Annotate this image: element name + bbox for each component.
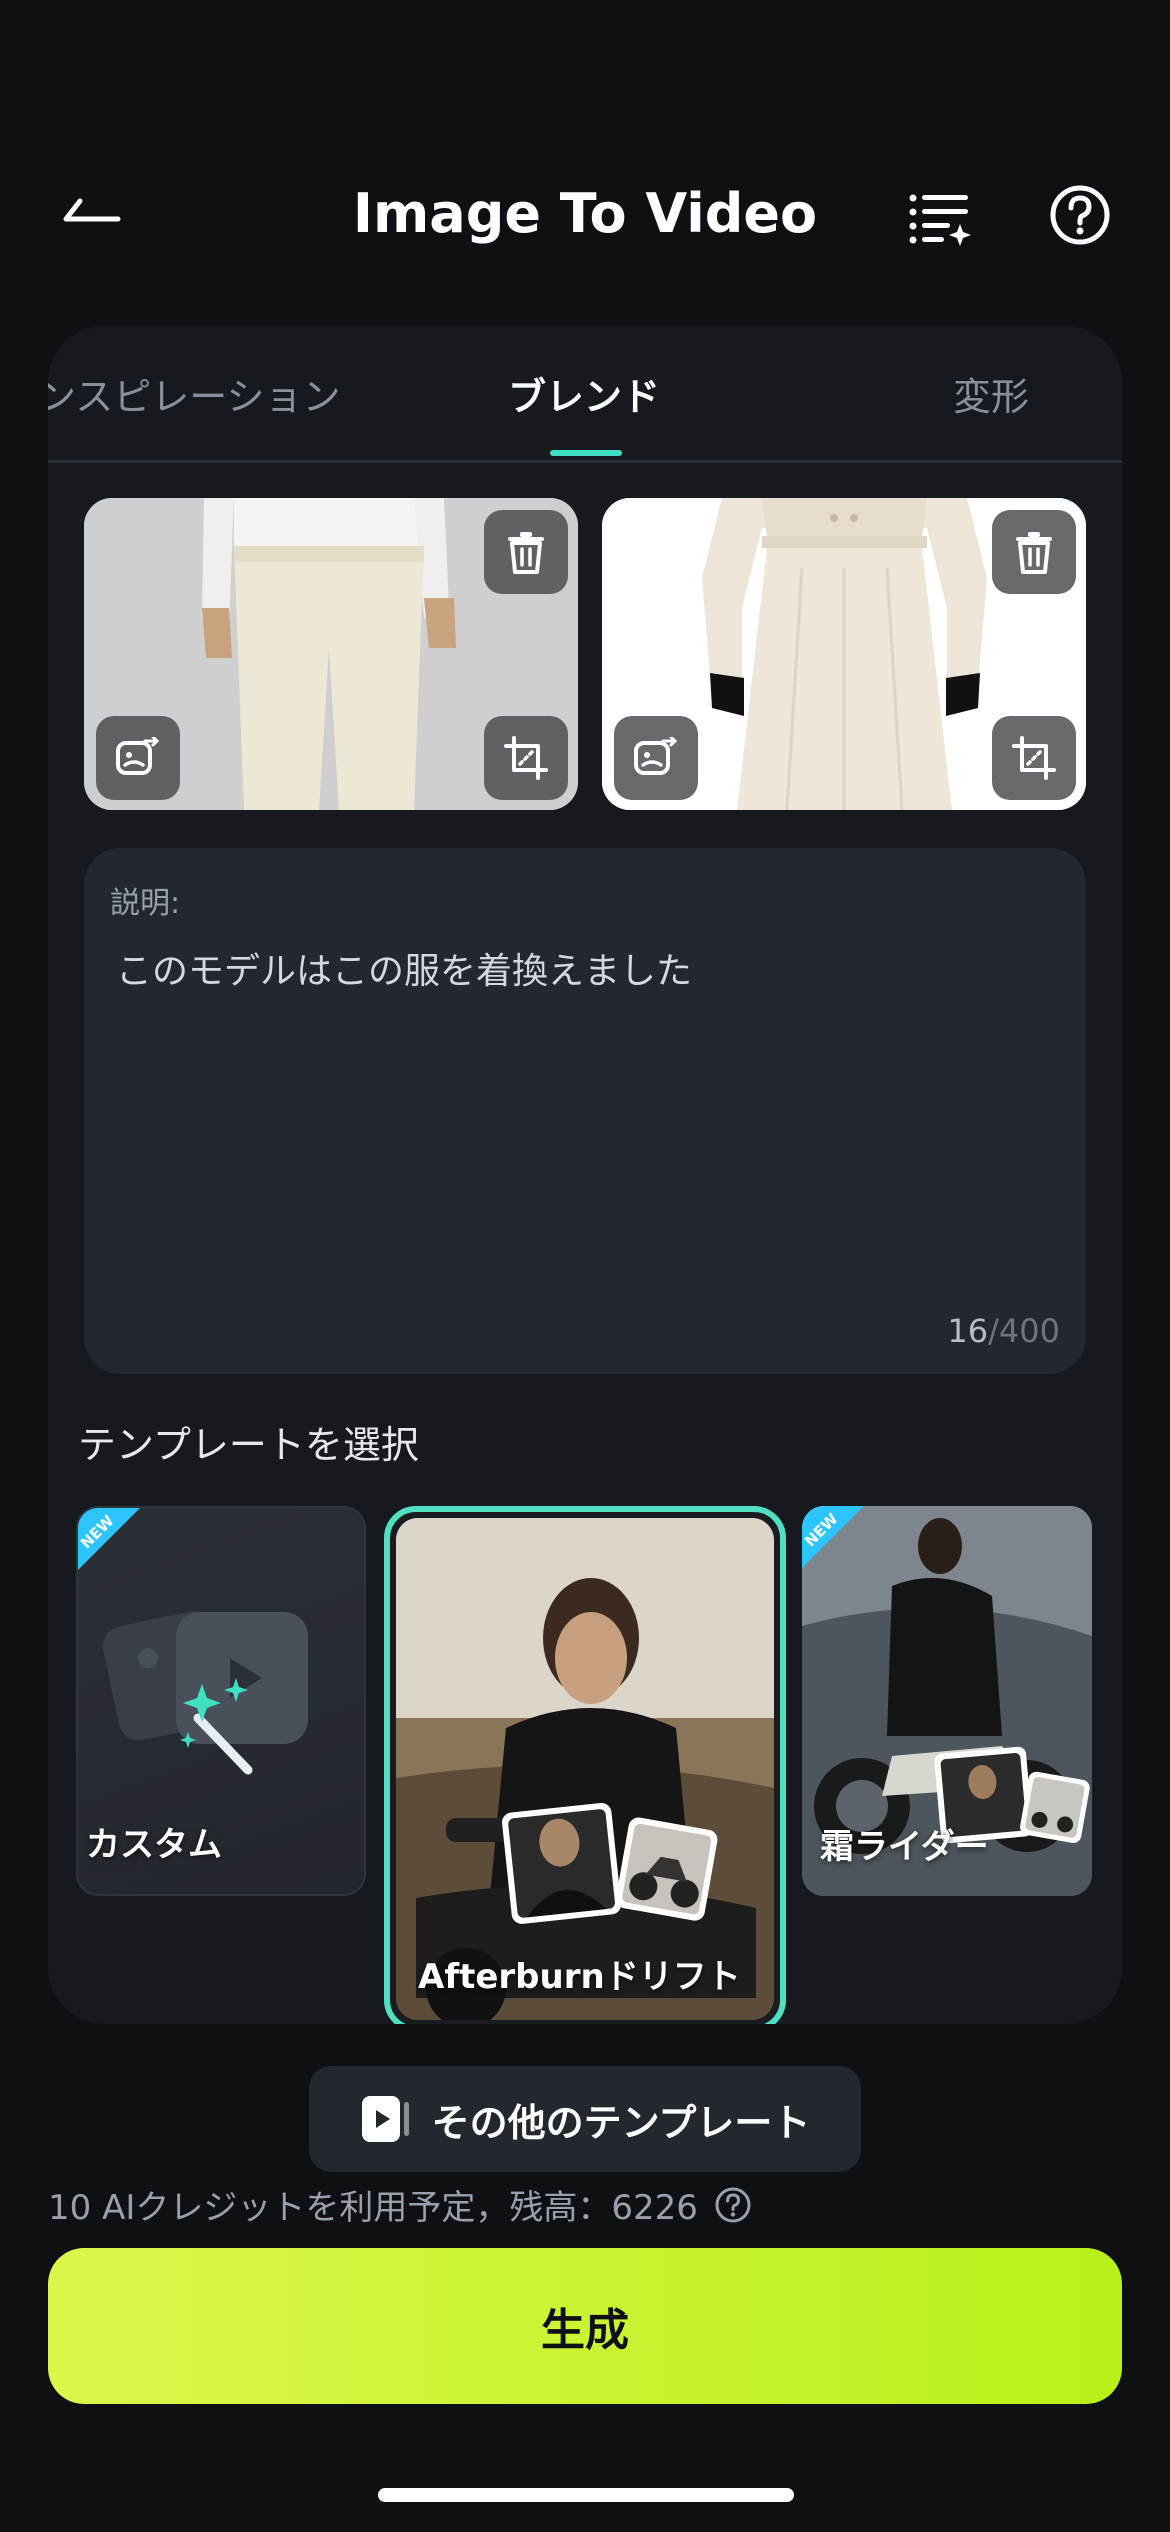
- template-label-afterburn: Afterburnドリフト: [418, 1957, 741, 1997]
- delete-image-2-button[interactable]: [992, 510, 1076, 594]
- header: Image To Video: [0, 160, 1170, 270]
- home-indicator: [378, 2488, 794, 2502]
- uploaded-image-1[interactable]: [84, 498, 578, 810]
- afterburn-preview: Afterburnドリフト: [396, 1518, 774, 2020]
- template-label-frost-rider: 霜ライダー: [820, 1827, 989, 1867]
- credit-text: 10 AIクレジットを利用予定，残高：6226: [48, 2188, 698, 2228]
- question-circle-icon: [1050, 185, 1110, 245]
- trash-icon: [508, 532, 544, 574]
- credit-help-icon[interactable]: [714, 2186, 752, 2224]
- image-replace-icon: [116, 737, 160, 775]
- active-tab-indicator: [550, 450, 622, 456]
- replace-image-2-button[interactable]: [614, 716, 698, 800]
- trash-icon: [1016, 532, 1052, 574]
- generate-button[interactable]: 生成: [48, 2248, 1122, 2404]
- task-list-button[interactable]: [905, 182, 977, 254]
- replace-image-1-button[interactable]: [96, 716, 180, 800]
- main-panel: ンスピレーション ブレンド 変形 説明: このモデルはこの服を着換えました 16…: [48, 326, 1122, 2024]
- char-count-current: 16: [947, 1312, 989, 1350]
- page-title: Image To Video: [352, 182, 818, 245]
- image-replace-icon: [634, 737, 678, 775]
- generate-label: 生成: [541, 2305, 629, 2356]
- description-input[interactable]: 説明: このモデルはこの服を着換えました 16/400: [84, 848, 1086, 1374]
- tab-transform[interactable]: 変形: [953, 366, 1029, 421]
- template-card-afterburn-drift[interactable]: Afterburnドリフト: [384, 1506, 786, 2024]
- afterburn-source-thumbnails: [502, 1802, 718, 1924]
- help-button[interactable]: [1045, 180, 1115, 250]
- character-counter: 16/400: [947, 1312, 1060, 1350]
- tabs-divider: [48, 460, 1122, 463]
- crop-icon: [1012, 736, 1056, 780]
- more-templates-label: その他のテンプレート: [431, 2100, 811, 2145]
- crop-image-2-button[interactable]: [992, 716, 1076, 800]
- description-text[interactable]: このモデルはこの服を着換えました: [116, 942, 692, 994]
- template-label-custom: カスタム: [86, 1825, 222, 1865]
- template-play-icon: [361, 2096, 409, 2142]
- uploaded-image-2[interactable]: [602, 498, 1086, 810]
- more-templates-button[interactable]: その他のテンプレート: [309, 2066, 861, 2172]
- mode-tabs: ンスピレーション ブレンド 変形: [48, 326, 1122, 464]
- template-card-frost-rider[interactable]: NEW 霜ライダー: [802, 1506, 1092, 1896]
- new-badge-icon: NEW: [78, 1508, 140, 1570]
- crop-image-1-button[interactable]: [484, 716, 568, 800]
- template-card-custom[interactable]: NEW カスタム: [76, 1506, 366, 1896]
- list-sparkle-icon: [909, 194, 971, 246]
- tab-blend[interactable]: ブレンド: [508, 366, 660, 421]
- char-count-max: /400: [988, 1312, 1060, 1350]
- crop-icon: [504, 736, 548, 780]
- template-section-heading: テンプレートを選択: [78, 1423, 419, 1467]
- delete-image-1-button[interactable]: [484, 510, 568, 594]
- description-label: 説明:: [110, 886, 181, 921]
- credit-info: 10 AIクレジットを利用予定，残高：6226: [48, 2180, 752, 2229]
- tab-inspiration[interactable]: ンスピレーション: [48, 366, 340, 421]
- new-badge-icon: NEW: [802, 1506, 864, 1568]
